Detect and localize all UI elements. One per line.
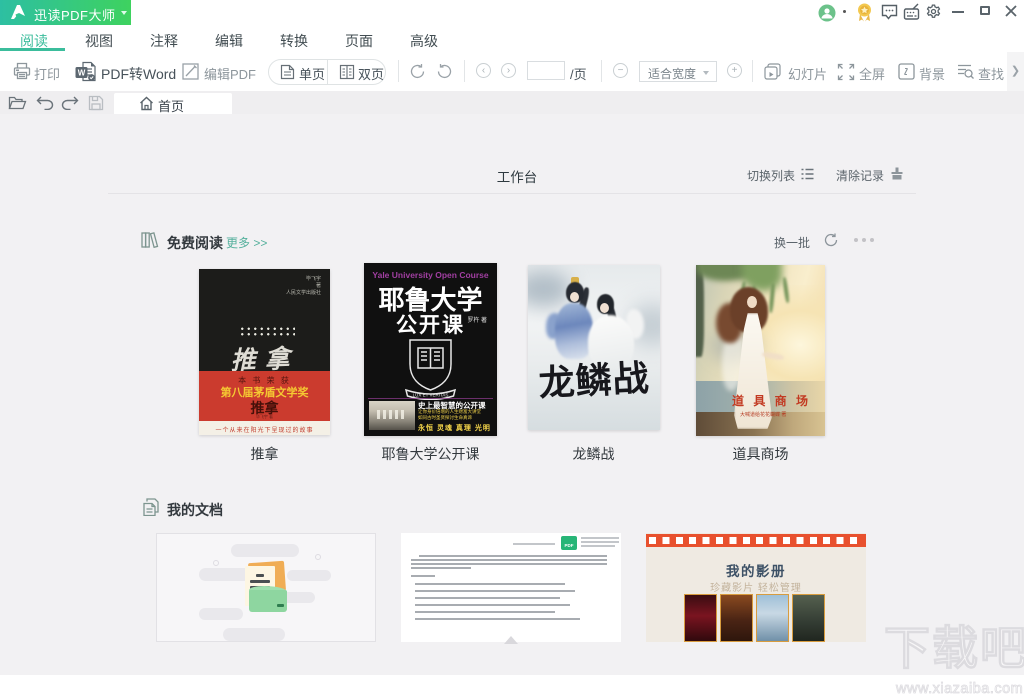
- svg-text:LUX ET VERITAS: LUX ET VERITAS: [413, 393, 449, 398]
- svg-text:W: W: [78, 69, 86, 78]
